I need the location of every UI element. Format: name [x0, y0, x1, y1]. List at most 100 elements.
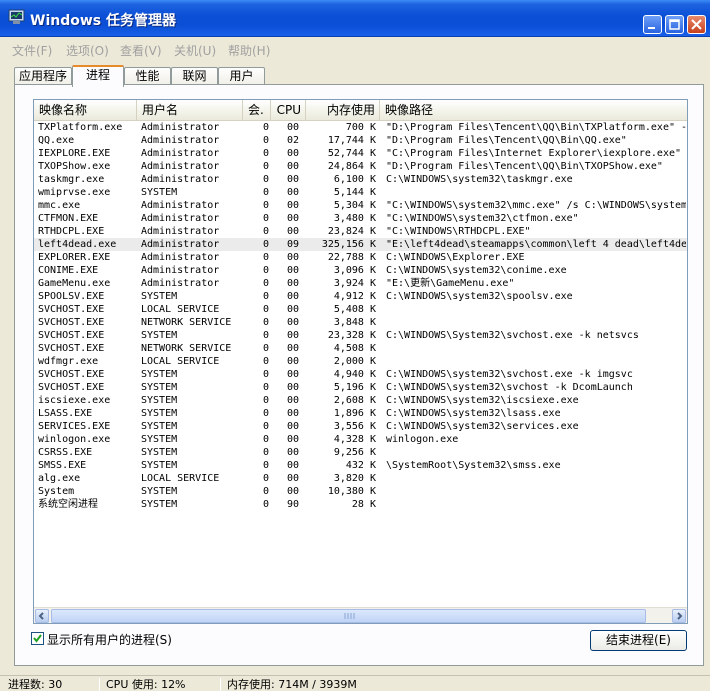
cell-cpu: 00: [286, 291, 299, 302]
tab-users[interactable]: 用户: [218, 67, 265, 85]
table-row[interactable]: TXPlatform.exe Administrator 0 00 700 K "D:\P…: [34, 121, 687, 134]
table-row[interactable]: SVCHOST.EXE NETWORK SERVICE 0 00 3,848 K: [34, 316, 687, 329]
cell-image-path: "C:\WINDOWS\system32\ctfmon.exe": [386, 213, 579, 224]
table-row[interactable]: SVCHOST.EXE LOCAL SERVICE 0 00 5,408 K: [34, 303, 687, 316]
cell-session-id: 0: [262, 317, 269, 328]
cell-cpu: 00: [286, 343, 299, 354]
minimize-icon: [648, 27, 655, 29]
cell-session-id: 0: [262, 356, 269, 367]
table-row[interactable]: QQ.exe Administrator 0 02 17,744 K "D:\Progra…: [34, 134, 687, 147]
process-rows: TXPlatform.exe Administrator 0 00 700 K "D:\P…: [34, 121, 687, 511]
status-cpu-usage: CPU 使用: 12%: [99, 678, 219, 691]
table-row[interactable]: SVCHOST.EXE SYSTEM 0 00 4,940 K C:\WINDOWS\sy…: [34, 368, 687, 381]
table-row[interactable]: CSRSS.EXE SYSTEM 0 00 9,256 K: [34, 446, 687, 459]
table-row[interactable]: mmc.exe Administrator 0 00 5,304 K "C:\WINDOW…: [34, 199, 687, 212]
table-row[interactable]: SVCHOST.EXE SYSTEM 0 00 23,328 K C:\WINDOWS\S…: [34, 329, 687, 342]
table-row[interactable]: SERVICES.EXE SYSTEM 0 00 3,556 K C:\WINDOWS\s…: [34, 420, 687, 433]
status-process-count: 进程数: 30: [8, 678, 63, 691]
cell-user-name: SYSTEM: [141, 291, 178, 302]
table-row[interactable]: SMSS.EXE SYSTEM 0 00 432 K \SystemRoot\System…: [34, 459, 687, 472]
cell-memory: 1,896 K: [333, 408, 376, 419]
table-row[interactable]: LSASS.EXE SYSTEM 0 00 1,896 K C:\WINDOWS\syst…: [34, 407, 687, 420]
title-bar[interactable]: Windows 任务管理器: [0, 0, 710, 37]
minimize-button[interactable]: [643, 15, 662, 34]
show-all-users-label: 显示所有用户的进程(S): [47, 633, 172, 647]
table-row[interactable]: IEXPLORE.EXE Administrator 0 00 52,744 K "C:\…: [34, 147, 687, 160]
cell-session-id: 0: [262, 421, 269, 432]
column-session[interactable]: 会.: [243, 100, 271, 120]
tab-applications[interactable]: 应用程序: [14, 67, 72, 85]
show-all-users-checkbox[interactable]: [31, 632, 44, 645]
table-row[interactable]: EXPLORER.EXE Administrator 0 00 22,788 K C:\W…: [34, 251, 687, 264]
column-image-path[interactable]: 映像路径: [380, 100, 687, 120]
table-row[interactable]: CTFMON.EXE Administrator 0 00 3,480 K "C:\WIN…: [34, 212, 687, 225]
column-memory[interactable]: 内存使用: [306, 100, 380, 120]
table-row[interactable]: iscsiexe.exe SYSTEM 0 00 2,608 K C:\WINDOWS\s…: [34, 394, 687, 407]
cell-memory: 2,608 K: [333, 395, 376, 406]
table-row[interactable]: 系统空闲进程 SYSTEM 0 90 28 K: [34, 498, 687, 511]
table-row[interactable]: taskmgr.exe Administrator 0 00 6,100 K C:\WIN…: [34, 173, 687, 186]
table-row[interactable]: alg.exe LOCAL SERVICE 0 00 3,820 K: [34, 472, 687, 485]
cell-image-name: SVCHOST.EXE: [38, 317, 105, 328]
cell-image-path: "D:\Program Files\Tencent\QQ\Bin\TXPlatf…: [386, 122, 686, 133]
cell-cpu: 00: [286, 304, 299, 315]
tab-processes[interactable]: 进程: [72, 65, 124, 87]
table-row[interactable]: SVCHOST.EXE SYSTEM 0 00 5,196 K C:\WINDOWS\sy…: [34, 381, 687, 394]
maximize-button[interactable]: [665, 15, 684, 34]
cell-image-path: "C:\WINDOWS\system32\mmc.exe" /s C:\WIND…: [386, 200, 686, 211]
cell-cpu: 00: [286, 265, 299, 276]
table-row[interactable]: CONIME.EXE Administrator 0 00 3,096 K C:\WIND…: [34, 264, 687, 277]
process-list[interactable]: 映像名称 用户名 会. CPU 内存使用 映像路径 TXPlatform.exe…: [33, 99, 688, 624]
cell-session-id: 0: [262, 135, 269, 146]
menu-shutdown[interactable]: 关机(U): [174, 42, 216, 59]
table-row[interactable]: SVCHOST.EXE NETWORK SERVICE 0 00 4,508 K: [34, 342, 687, 355]
column-image-name[interactable]: 映像名称: [34, 100, 137, 120]
cell-memory: 5,408 K: [333, 304, 376, 315]
cell-image-name: TXPlatform.exe: [38, 122, 123, 133]
cell-session-id: 0: [262, 395, 269, 406]
cell-image-name: SPOOLSV.EXE: [38, 291, 105, 302]
cell-session-id: 0: [262, 434, 269, 445]
cell-memory: 2,000 K: [333, 356, 376, 367]
table-row[interactable]: TXOPShow.exe Administrator 0 00 24,864 K "D:\…: [34, 160, 687, 173]
scroll-left-button[interactable]: [35, 609, 49, 623]
table-row[interactable]: GameMenu.exe Administrator 0 00 3,924 K "E:\更…: [34, 277, 687, 290]
table-row[interactable]: wdfmgr.exe LOCAL SERVICE 0 00 2,000 K: [34, 355, 687, 368]
column-user-name[interactable]: 用户名: [137, 100, 243, 120]
column-cpu[interactable]: CPU: [271, 100, 306, 120]
cell-session-id: 0: [262, 226, 269, 237]
tab-performance[interactable]: 性能: [124, 67, 171, 85]
arrow-right-icon: [677, 612, 683, 620]
close-button[interactable]: [687, 15, 706, 34]
cell-user-name: LOCAL SERVICE: [141, 356, 220, 367]
table-row[interactable]: wmiprvse.exe SYSTEM 0 00 5,144 K: [34, 186, 687, 199]
cell-user-name: SYSTEM: [141, 421, 178, 432]
cell-user-name: Administrator: [141, 148, 220, 159]
cell-image-name: SVCHOST.EXE: [38, 304, 105, 315]
menu-options[interactable]: 选项(O): [66, 42, 109, 59]
cell-memory: 4,912 K: [333, 291, 376, 302]
scroll-thumb[interactable]: [51, 609, 646, 623]
end-process-button[interactable]: 结束进程(E): [590, 630, 687, 651]
table-row[interactable]: System SYSTEM 0 00 10,380 K: [34, 485, 687, 498]
menu-file[interactable]: 文件(F): [12, 42, 52, 59]
cell-session-id: 0: [262, 174, 269, 185]
table-row[interactable]: SPOOLSV.EXE SYSTEM 0 00 4,912 K C:\WINDOWS\sy…: [34, 290, 687, 303]
cell-image-name: SERVICES.EXE: [38, 421, 111, 432]
scroll-right-button[interactable]: [672, 609, 686, 623]
grip-icon: [344, 613, 355, 619]
table-row[interactable]: left4dead.exe Administrator 0 09 325,156 K "E…: [34, 238, 687, 251]
cell-user-name: SYSTEM: [141, 486, 178, 497]
horizontal-scrollbar[interactable]: [34, 607, 687, 623]
menu-help[interactable]: 帮助(H): [228, 42, 270, 59]
cell-session-id: 0: [262, 486, 269, 497]
table-row[interactable]: RTHDCPL.EXE Administrator 0 00 23,824 K "C:\W…: [34, 225, 687, 238]
cell-user-name: SYSTEM: [141, 382, 178, 393]
status-bar: 进程数: 30 CPU 使用: 12% 内存使用: 714M / 3939M: [0, 675, 710, 691]
table-row[interactable]: winlogon.exe SYSTEM 0 00 4,328 Kwinlogon.exe: [34, 433, 687, 446]
cell-image-name: winlogon.exe: [38, 434, 111, 445]
cell-image-path: "D:\Program Files\Tencent\QQ\Bin\TXOPSho…: [386, 161, 663, 172]
menu-view[interactable]: 查看(V): [120, 42, 162, 59]
tab-networking[interactable]: 联网: [171, 67, 218, 85]
menu-bar: 文件(F) 选项(O) 查看(V) 关机(U) 帮助(H): [0, 38, 710, 60]
